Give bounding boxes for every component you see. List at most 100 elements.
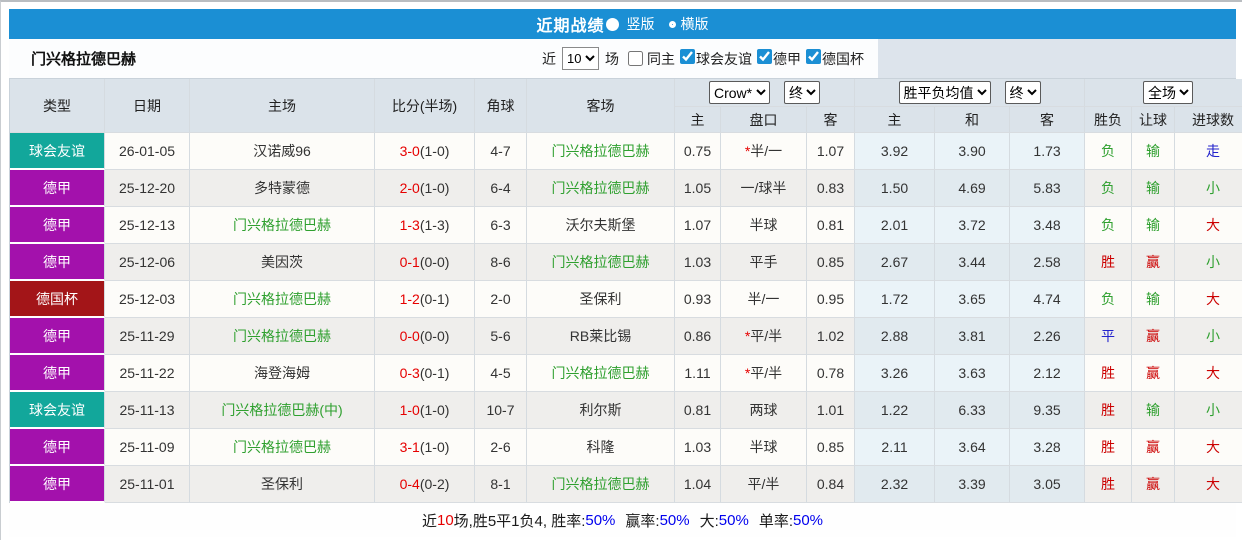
home-team[interactable]: 汉诺威96: [190, 133, 375, 170]
page-title: 近期战绩: [536, 18, 605, 35]
match-score[interactable]: 1-2(0-1): [375, 281, 475, 318]
away-team[interactable]: 门兴格拉德巴赫: [527, 133, 675, 170]
avg-draw-value: 3.63: [935, 355, 1011, 392]
table-row: 球会友谊 25-11-13 门兴格拉德巴赫(中) 1-0(1-0) 10-7 利…: [10, 392, 1242, 429]
match-score[interactable]: 3-1(1-0): [375, 429, 475, 466]
result-handicap: 输: [1132, 170, 1176, 207]
result-goals: 大: [1175, 355, 1242, 392]
match-score[interactable]: 1-3(1-3): [375, 207, 475, 244]
away-team[interactable]: 门兴格拉德巴赫: [527, 170, 675, 207]
match-score[interactable]: 0-0(0-0): [375, 318, 475, 355]
result-wdl: 负: [1085, 133, 1133, 170]
handicap-cell: *半/一: [721, 133, 807, 170]
orientation-label-horizontal[interactable]: 横版: [681, 14, 709, 34]
result-wdl: 胜: [1085, 429, 1133, 466]
odds-time-select[interactable]: 终: [784, 81, 820, 104]
avg-away-value: 3.28: [1010, 429, 1086, 466]
full-time-score: 0-0: [399, 328, 420, 344]
table-row: 德甲 25-12-13 门兴格拉德巴赫 1-3(1-3) 6-3 沃尔夫斯堡 1…: [10, 207, 1242, 244]
away-team[interactable]: 门兴格拉德巴赫: [527, 355, 675, 392]
away-team[interactable]: 科隆: [527, 429, 675, 466]
competition-filter-friendly: 球会友谊: [678, 48, 752, 69]
away-team[interactable]: RB莱比锡: [527, 318, 675, 355]
full-time-score: 1-0: [399, 402, 420, 418]
home-team[interactable]: 门兴格拉德巴赫(中): [190, 392, 375, 429]
scope-select[interactable]: 全场: [1143, 81, 1194, 104]
odds-away-value: 0.85: [807, 429, 856, 466]
orientation-label-vertical[interactable]: 竖版: [627, 14, 655, 34]
handicap-name: 平手: [749, 254, 778, 270]
half-time-score: (1-0): [419, 143, 450, 159]
home-team[interactable]: 门兴格拉德巴赫: [190, 318, 375, 355]
odds-home-value: 1.03: [675, 244, 721, 281]
orientation-radio-horizontal[interactable]: [668, 20, 676, 28]
corner-score: 10-7: [475, 392, 527, 429]
half-time-score: (0-1): [419, 291, 450, 307]
match-type-badge: 德甲: [10, 355, 105, 392]
away-team[interactable]: 沃尔夫斯堡: [527, 207, 675, 244]
win-rate-value: 50%: [585, 511, 616, 529]
avg-away-value: 2.12: [1010, 355, 1086, 392]
match-score[interactable]: 1-0(1-0): [375, 392, 475, 429]
handicap-cell: 半/一: [721, 281, 807, 318]
table-row: 德甲 25-11-22 海登海姆 0-3(0-1) 4-5 门兴格拉德巴赫 1.…: [10, 355, 1242, 392]
home-team[interactable]: 海登海姆: [190, 355, 375, 392]
result-goals: 小: [1175, 318, 1242, 355]
result-handicap: 赢: [1132, 429, 1176, 466]
handicap-cell: 平/半: [721, 466, 807, 503]
avg-source-select[interactable]: 胜平负均值: [898, 81, 991, 104]
avg-home-value: 3.92: [855, 133, 936, 170]
odds-away-value: 0.81: [807, 207, 856, 244]
single-rate-value: 50%: [792, 511, 824, 529]
match-type-badge: 德国杯: [10, 281, 105, 318]
col-header-wdl: 胜负: [1085, 107, 1133, 133]
filter-bar: 近 10 场 同主 球会友谊 德甲 德国杯: [542, 47, 864, 70]
col-header-avg-away: 客: [1010, 107, 1086, 133]
half-time-score: (1-0): [419, 402, 450, 418]
match-score[interactable]: 2-0(1-0): [375, 170, 475, 207]
match-score[interactable]: 0-4(0-2): [375, 466, 475, 503]
bundesliga-checkbox[interactable]: [757, 48, 772, 64]
match-score[interactable]: 0-3(0-1): [375, 355, 475, 392]
away-team[interactable]: 利尔斯: [527, 392, 675, 429]
match-type-badge: 德甲: [10, 244, 105, 281]
result-handicap: 输: [1132, 281, 1176, 318]
corner-score: 4-5: [475, 355, 527, 392]
home-team[interactable]: 门兴格拉德巴赫: [190, 429, 375, 466]
odds-away-value: 0.95: [807, 281, 856, 318]
home-team[interactable]: 门兴格拉德巴赫: [190, 281, 375, 318]
avg-home-value: 1.50: [855, 170, 936, 207]
col-header-avg-draw: 和: [935, 107, 1011, 133]
home-team[interactable]: 圣保利: [190, 466, 375, 503]
dfb-pokal-checkbox[interactable]: [806, 48, 821, 64]
page: 近期战绩 竖版 横版 门兴格拉德巴赫 近 10 场 同主 球会友谊 德甲 德国杯: [9, 9, 1242, 537]
same-home-checkbox[interactable]: [628, 51, 643, 66]
half-time-score: (1-0): [419, 180, 450, 196]
friendly-checkbox[interactable]: [680, 48, 695, 64]
away-team[interactable]: 圣保利: [527, 281, 675, 318]
home-team[interactable]: 美因茨: [190, 244, 375, 281]
avg-away-value: 1.73: [1010, 133, 1086, 170]
result-goals: 大: [1175, 207, 1242, 244]
avg-draw-value: 3.44: [935, 244, 1011, 281]
handicap-name: 半球: [749, 439, 778, 455]
match-date: 25-12-06: [105, 244, 190, 281]
result-handicap: 赢: [1132, 355, 1176, 392]
result-goals: 大: [1175, 281, 1242, 318]
away-team[interactable]: 门兴格拉德巴赫: [527, 466, 675, 503]
match-score[interactable]: 3-0(1-0): [375, 133, 475, 170]
orientation-radio-vertical[interactable]: [605, 17, 619, 31]
home-team[interactable]: 门兴格拉德巴赫: [190, 207, 375, 244]
result-wdl: 负: [1085, 170, 1133, 207]
avg-away-value: 9.35: [1010, 392, 1086, 429]
odds-source-select[interactable]: Crow*: [709, 81, 770, 104]
odds-home-value: 1.04: [675, 466, 721, 503]
avg-time-select[interactable]: 终: [1004, 81, 1041, 104]
recent-count-select[interactable]: 10: [562, 47, 599, 70]
result-wdl: 胜: [1085, 244, 1133, 281]
full-time-score: 0-1: [399, 254, 420, 270]
table-row: 德甲 25-12-20 多特蒙德 2-0(1-0) 6-4 门兴格拉德巴赫 1.…: [10, 170, 1242, 207]
home-team[interactable]: 多特蒙德: [190, 170, 375, 207]
away-team[interactable]: 门兴格拉德巴赫: [527, 244, 675, 281]
match-score[interactable]: 0-1(0-0): [375, 244, 475, 281]
